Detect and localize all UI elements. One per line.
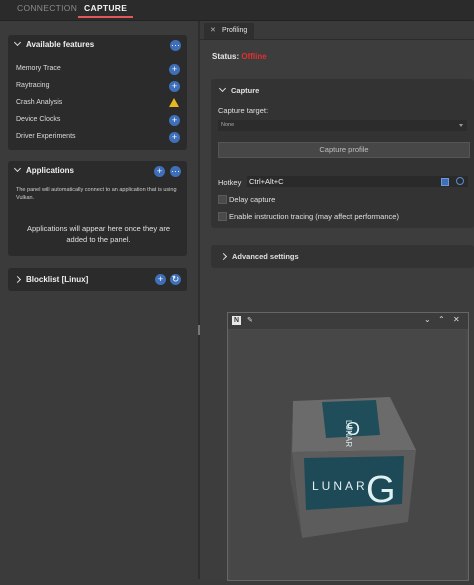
chevron-right-icon — [13, 275, 22, 284]
status-label: Status: — [212, 52, 240, 61]
capture-target-select[interactable]: None — [218, 120, 467, 131]
capture-header[interactable]: Capture — [218, 84, 260, 95]
applications-header[interactable]: Applications — [13, 161, 75, 181]
warning-icon[interactable] — [169, 98, 179, 107]
add-memory-trace-button[interactable]: + — [169, 64, 180, 75]
viewer-window: N ✎ ⌄ ⌃ ✕ LUNAR G LUNAR G — [227, 312, 469, 581]
blocklist-title: Blocklist [Linux] — [26, 275, 89, 284]
capture-target-label: Capture target: — [218, 106, 269, 115]
reset-hotkey-icon[interactable] — [456, 177, 464, 185]
tab-capture[interactable]: CAPTURE — [77, 0, 134, 20]
advanced-settings-title: Advanced settings — [232, 252, 299, 261]
viewer-window-titlebar[interactable]: N ✎ ⌄ ⌃ ✕ — [228, 313, 468, 329]
tab-profiling-label: Profiling — [222, 27, 248, 34]
tab-connection[interactable]: CONNECTION — [17, 0, 77, 20]
blocklist-panel: Blocklist [Linux] + ↻ — [8, 268, 187, 291]
applications-empty-line2: added to the panel. — [66, 235, 131, 244]
delay-capture-label: Delay capture — [229, 195, 276, 204]
feature-driver-experiments: Driver Experiments — [16, 133, 76, 140]
chevron-down-icon — [13, 164, 22, 173]
chevron-down-icon — [13, 38, 22, 47]
applications-title: Applications — [26, 166, 75, 175]
add-raytracing-button[interactable]: + — [169, 81, 180, 92]
viewer-canvas[interactable]: LUNAR G LUNAR G — [230, 330, 466, 580]
refresh-blocklist-button[interactable]: ↻ — [170, 274, 181, 285]
feature-crash-analysis: Crash Analysis — [16, 99, 63, 106]
minimize-button[interactable]: ⌄ — [424, 315, 431, 324]
tab-profiling[interactable]: ✕ Profiling — [204, 23, 254, 39]
more-options-button[interactable]: ··· — [170, 40, 181, 51]
chevron-right-icon — [219, 252, 228, 261]
advanced-settings-header[interactable]: Advanced settings — [219, 252, 299, 261]
add-blocklist-button[interactable]: + — [155, 274, 166, 285]
applications-empty-line1: Applications will appear here once they … — [26, 224, 170, 233]
hotkey-label: Hotkey — [218, 178, 242, 187]
maximize-button[interactable]: ⌃ — [438, 315, 445, 324]
capture-target-value: None — [221, 122, 235, 128]
applications-info-text: The panel will automatically connect to … — [16, 187, 177, 201]
feature-device-clocks: Device Clocks — [16, 116, 61, 123]
lunarg-cube: LUNAR G LUNAR G — [290, 397, 416, 538]
top-tab-bar: CONNECTION CAPTURE — [0, 0, 474, 21]
status-line: Status: Offline — [212, 52, 267, 61]
hotkey-value: Ctrl+Alt+C — [249, 177, 284, 186]
record-hotkey-icon[interactable] — [441, 178, 449, 186]
chevron-down-icon — [218, 84, 227, 93]
blocklist-header[interactable]: Blocklist [Linux] — [13, 268, 89, 291]
applications-more-button[interactable]: ··· — [170, 166, 181, 177]
add-driver-experiments-button[interactable]: + — [169, 132, 180, 143]
front-logo-text: LUNAR — [312, 479, 368, 493]
feature-raytracing: Raytracing — [16, 82, 50, 89]
add-device-clocks-button[interactable]: + — [169, 115, 180, 126]
capture-title: Capture — [231, 86, 260, 95]
hotkey-field[interactable]: Ctrl+Alt+C — [247, 176, 468, 187]
app-icon: N — [232, 316, 241, 325]
close-window-button[interactable]: ✕ — [453, 315, 460, 324]
delay-capture-checkbox[interactable] — [218, 195, 227, 204]
instruction-tracing-label: Enable instruction tracing (may affect p… — [229, 212, 399, 221]
top-logo-letter: G — [346, 418, 360, 438]
status-value: Offline — [241, 52, 267, 61]
add-application-button[interactable]: + — [154, 166, 165, 177]
close-icon[interactable]: ✕ — [210, 23, 216, 39]
applications-panel: Applications + ··· The panel will automa… — [8, 161, 187, 256]
capture-profile-button[interactable]: Capture profile — [218, 142, 470, 158]
chevron-down-icon — [459, 124, 463, 127]
feature-memory-trace: Memory Trace — [16, 65, 61, 72]
instruction-tracing-checkbox[interactable] — [218, 212, 227, 221]
available-features-panel: Available features ··· Memory Trace + Ra… — [8, 35, 187, 150]
front-logo-letter: G — [366, 469, 396, 511]
pin-icon[interactable]: ✎ — [247, 316, 253, 324]
available-features-title: Available features — [26, 40, 95, 49]
available-features-header[interactable]: Available features — [13, 35, 95, 55]
